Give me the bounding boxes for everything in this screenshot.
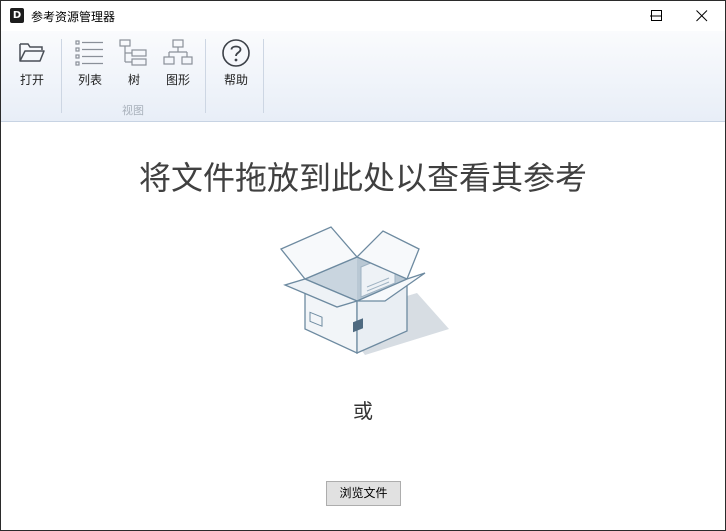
maximize-button[interactable] [634,1,680,31]
close-icon [696,10,708,22]
graph-label: 图形 [165,73,190,87]
title-bar: D 参考资源管理器 [1,1,725,31]
list-icon [75,40,103,66]
help-label: 帮助 [223,73,248,87]
help-button[interactable]: 帮助 [215,37,257,89]
graph-icon [163,39,193,65]
graph-view-button[interactable]: 图形 [159,37,197,89]
tree-view-button[interactable]: 树 [117,37,151,89]
app-window: D 参考资源管理器 打开 列表 树 图形 视图 帮助 将文件拖放到此处以查看其参… [0,0,726,531]
window-title: 参考资源管理器 [31,10,116,24]
maximize-icon [651,10,662,21]
list-label: 列表 [77,73,102,87]
drop-instructions-heading: 将文件拖放到此处以查看其参考 [138,159,587,197]
ribbon-separator [263,39,264,113]
tree-label: 树 [127,73,140,87]
open-label: 打开 [19,73,44,87]
ribbon-separator [61,39,62,113]
ribbon-toolbar: 打开 列表 树 图形 视图 帮助 [1,31,725,122]
open-box-icon [279,226,449,355]
open-button[interactable]: 打开 [11,37,53,89]
close-button[interactable] [679,1,725,31]
list-view-button[interactable]: 列表 [71,37,109,89]
folder-open-icon [19,43,45,62]
ribbon-separator [205,39,206,113]
tree-icon [119,39,147,66]
view-group-label: 视图 [122,104,144,117]
help-icon [222,39,250,67]
browse-files-button[interactable]: 浏览文件 [326,481,401,506]
or-separator-text: 或 [353,399,373,423]
app-logo-icon: D [10,8,24,23]
